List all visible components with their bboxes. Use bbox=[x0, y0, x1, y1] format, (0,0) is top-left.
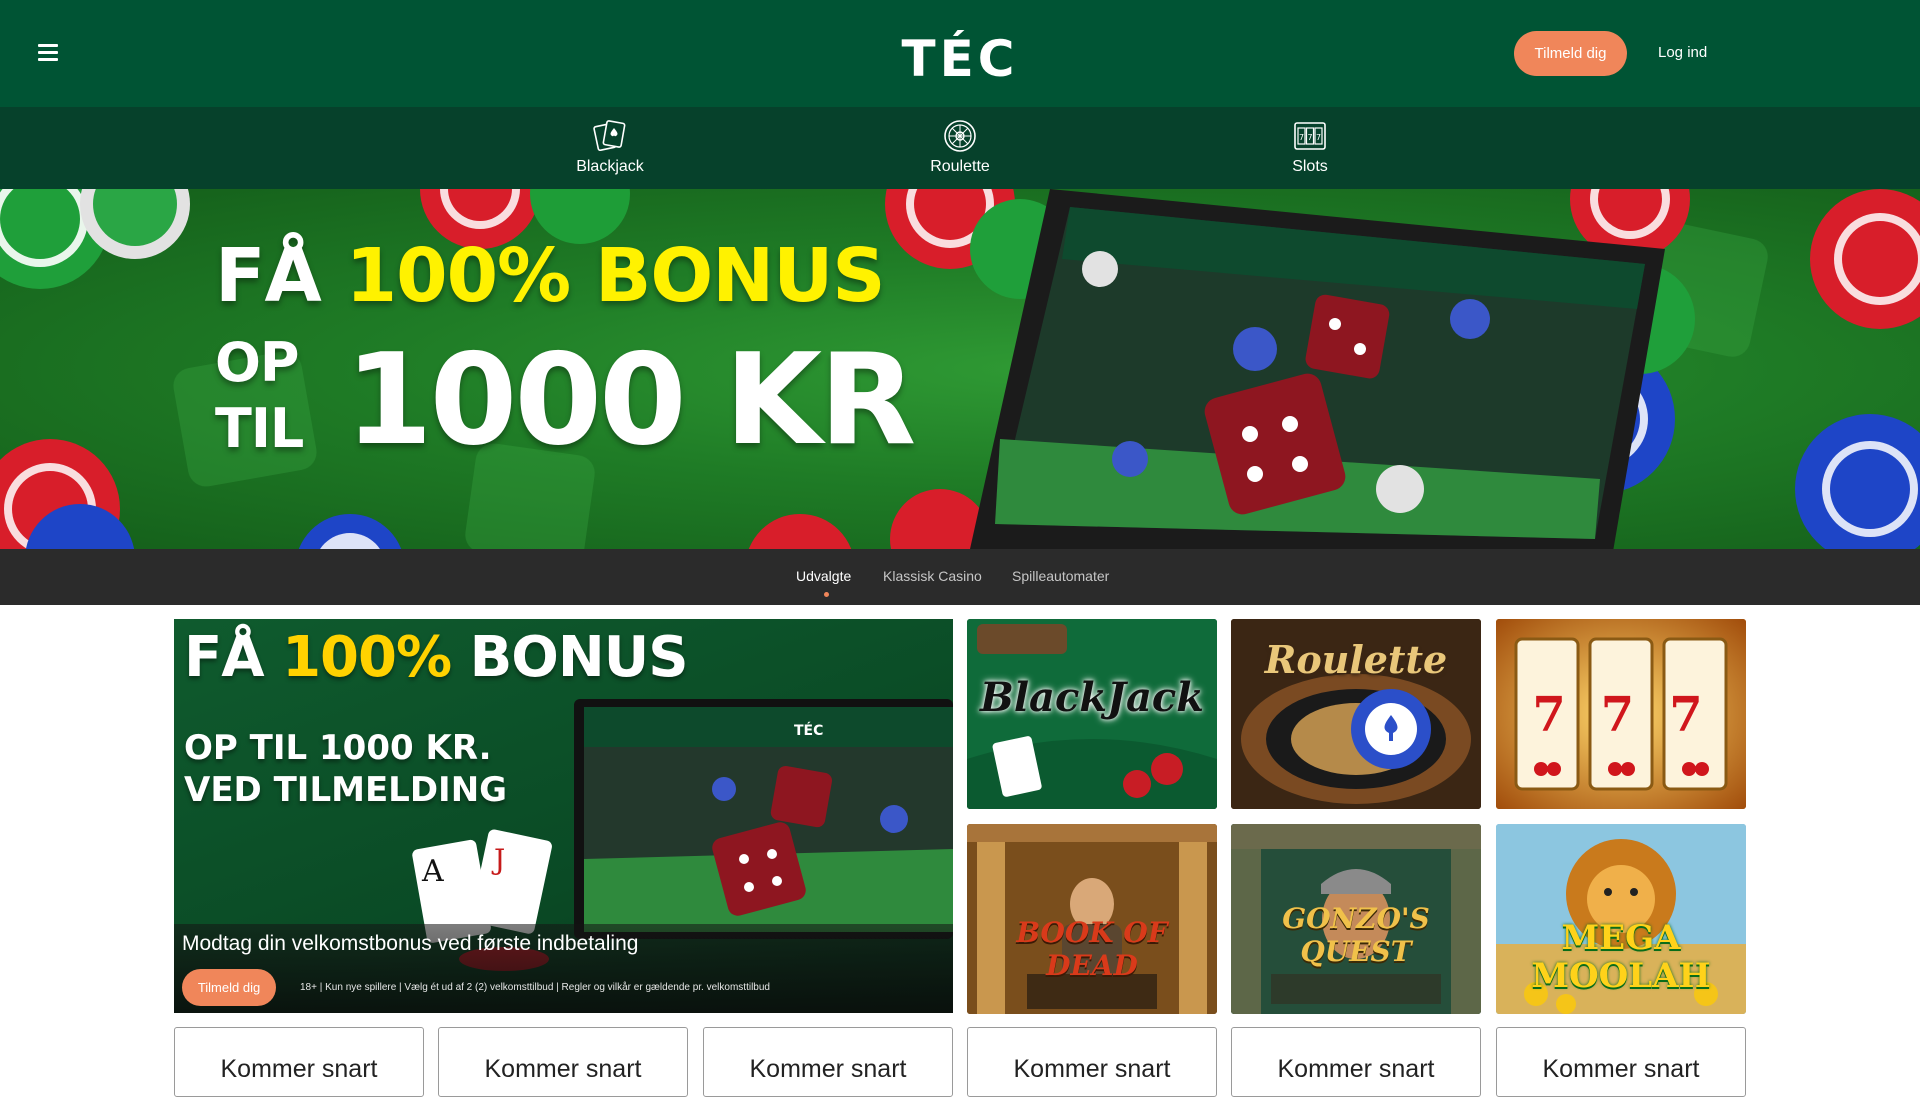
promo-subtitle-line2: VED TILMELDING bbox=[184, 770, 508, 810]
category-label: Roulette bbox=[930, 158, 990, 175]
game-title: MEGA MOOLAH bbox=[1531, 918, 1711, 996]
category-label: Slots bbox=[1292, 158, 1328, 175]
coming-soon-label: Kommer snart bbox=[1277, 1055, 1435, 1083]
promo-title-white: FÅ bbox=[184, 625, 265, 690]
menu-icon[interactable] bbox=[38, 44, 58, 63]
coming-soon-tile: Kommer snart bbox=[438, 1027, 688, 1097]
game-tile-roulette[interactable]: Roulette bbox=[1231, 619, 1481, 809]
game-title: 777 bbox=[1532, 687, 1738, 743]
game-tile-777-slot[interactable]: 777 bbox=[1496, 619, 1746, 809]
coming-soon-label: Kommer snart bbox=[749, 1055, 907, 1083]
hero-text-yellow: 100% BONUS bbox=[345, 233, 886, 319]
login-link[interactable]: Log ind bbox=[1658, 44, 1707, 61]
hero-text-til: TIL bbox=[215, 397, 304, 460]
game-title: BOOK OF DEAD bbox=[1016, 916, 1168, 982]
svg-text:7: 7 bbox=[1316, 133, 1321, 142]
tablet-illustration bbox=[970, 189, 1665, 549]
category-blackjack[interactable]: Blackjack bbox=[550, 119, 670, 176]
coming-soon-tile: Kommer snart bbox=[967, 1027, 1217, 1097]
hero-text-amount: 1000 KR bbox=[345, 326, 916, 473]
coming-soon-tile: Kommer snart bbox=[1231, 1027, 1481, 1097]
coming-soon-label: Kommer snart bbox=[220, 1055, 378, 1083]
promo-title-yellow: 100% bbox=[282, 625, 452, 690]
game-tile-book-of-dead[interactable]: BOOK OF DEAD bbox=[967, 824, 1217, 1014]
promo-terms: 18+ | Kun nye spillere | Vælg ét ud af 2… bbox=[300, 982, 770, 993]
category-nav: Blackjack Roulette 7 7 7 Slots bbox=[0, 107, 1920, 189]
promo-subtitle: OP TIL 1000 KR. VED TILMELDING bbox=[184, 727, 507, 811]
hero-headline: FÅ 100% BONUS OP TIL 1000 KR bbox=[215, 233, 916, 470]
category-label: Blackjack bbox=[576, 158, 644, 175]
coming-soon-label: Kommer snart bbox=[1542, 1055, 1700, 1083]
coming-soon-tile: Kommer snart bbox=[1496, 1027, 1746, 1097]
game-tile-blackjack[interactable]: BlackJack bbox=[967, 619, 1217, 809]
game-tile-gonzos-quest[interactable]: GONZO'S QUEST bbox=[1231, 824, 1481, 1014]
category-slots[interactable]: 7 7 7 Slots bbox=[1250, 119, 1370, 176]
hero-text-white: FÅ bbox=[215, 233, 322, 319]
promo-signup-button[interactable]: Tilmeld dig bbox=[182, 969, 276, 1006]
hero-banner[interactable]: FÅ 100% BONUS OP TIL 1000 KR bbox=[0, 189, 1920, 549]
svg-text:A: A bbox=[421, 854, 444, 889]
tec-logo[interactable]: TÉC bbox=[860, 30, 1060, 80]
svg-text:7: 7 bbox=[1307, 133, 1312, 142]
top-header: TÉC Tilmeld dig Log ind bbox=[0, 0, 1920, 107]
category-roulette[interactable]: Roulette bbox=[900, 119, 1020, 176]
svg-text:J: J bbox=[491, 843, 505, 876]
game-tile-mega-moolah[interactable]: MEGA MOOLAH bbox=[1496, 824, 1746, 1014]
active-tab-indicator bbox=[824, 592, 829, 597]
slot-machine-icon: 7 7 7 bbox=[1294, 122, 1326, 150]
game-tabs: Udvalgte Klassisk Casino Spilleautomater bbox=[0, 549, 1920, 605]
game-title: Roulette bbox=[1264, 637, 1448, 682]
tab-udvalgte[interactable]: Udvalgte bbox=[796, 568, 851, 584]
coming-soon-label: Kommer snart bbox=[1013, 1055, 1171, 1083]
hero-text-op: OP bbox=[215, 331, 299, 394]
promo-caption-bar: Modtag din velkomstbonus ved første indb… bbox=[174, 924, 953, 1013]
coming-soon-tile: Kommer snart bbox=[174, 1027, 424, 1097]
game-title: GONZO'S QUEST bbox=[1282, 902, 1430, 968]
tab-klassisk-casino[interactable]: Klassisk Casino bbox=[883, 568, 982, 584]
promo-card[interactable]: TÉC A J FÅ 100% BONUS OP TIL 1000 KR. VE… bbox=[174, 619, 953, 1013]
game-title: BlackJack bbox=[980, 674, 1204, 721]
coming-soon-tile: Kommer snart bbox=[703, 1027, 953, 1097]
svg-text:7: 7 bbox=[1299, 133, 1304, 142]
cards-icon bbox=[593, 120, 626, 152]
signup-button[interactable]: Tilmeld dig bbox=[1514, 31, 1627, 76]
tab-spilleautomater[interactable]: Spilleautomater bbox=[1012, 568, 1109, 584]
tablet-logo: TÉC bbox=[794, 722, 823, 739]
roulette-wheel-icon bbox=[944, 120, 976, 152]
logo-text: TÉC bbox=[902, 30, 1019, 80]
promo-title-end: BONUS bbox=[469, 625, 689, 690]
coming-soon-label: Kommer snart bbox=[484, 1055, 642, 1083]
promo-subtitle-line1: OP TIL 1000 KR. bbox=[184, 728, 492, 768]
promo-title: FÅ 100% BONUS bbox=[184, 625, 689, 690]
promo-caption: Modtag din velkomstbonus ved første indb… bbox=[182, 932, 639, 955]
